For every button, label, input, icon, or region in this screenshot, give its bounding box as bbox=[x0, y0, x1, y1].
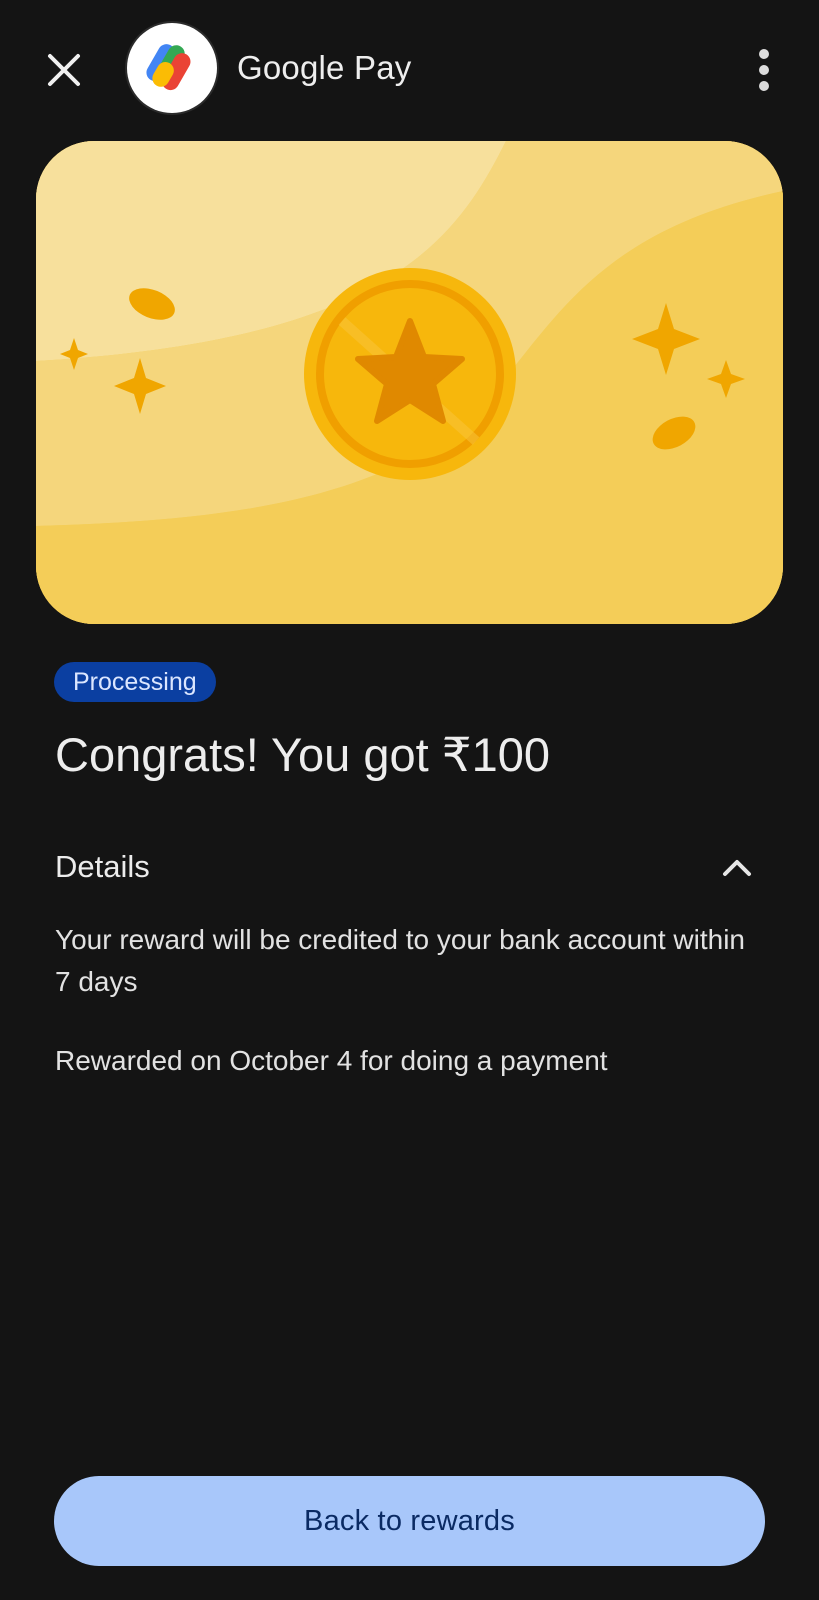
reward-illustration bbox=[36, 141, 783, 624]
close-button[interactable] bbox=[36, 42, 92, 98]
more-options-button[interactable] bbox=[738, 44, 790, 96]
detail-credit-info: Your reward will be credited to your ban… bbox=[55, 924, 746, 997]
details-heading: Details bbox=[55, 849, 150, 884]
google-pay-icon bbox=[146, 44, 191, 91]
star-coin-icon bbox=[304, 268, 516, 480]
back-to-rewards-button[interactable]: Back to rewards bbox=[54, 1476, 765, 1566]
details-toggle-button[interactable] bbox=[712, 842, 762, 892]
chevron-up-icon bbox=[723, 860, 751, 876]
reward-banner bbox=[36, 141, 783, 624]
more-vert-icon bbox=[759, 49, 769, 91]
google-pay-logo bbox=[127, 23, 217, 113]
app-name: Google Pay bbox=[237, 49, 412, 86]
reward-headline: Congrats! You got ₹100 bbox=[55, 728, 551, 781]
status-badge: Processing bbox=[54, 662, 216, 702]
close-icon bbox=[48, 54, 80, 86]
app-header: Google Pay bbox=[0, 0, 819, 140]
detail-reward-date: Rewarded on October 4 for doing a paymen… bbox=[55, 1045, 608, 1076]
